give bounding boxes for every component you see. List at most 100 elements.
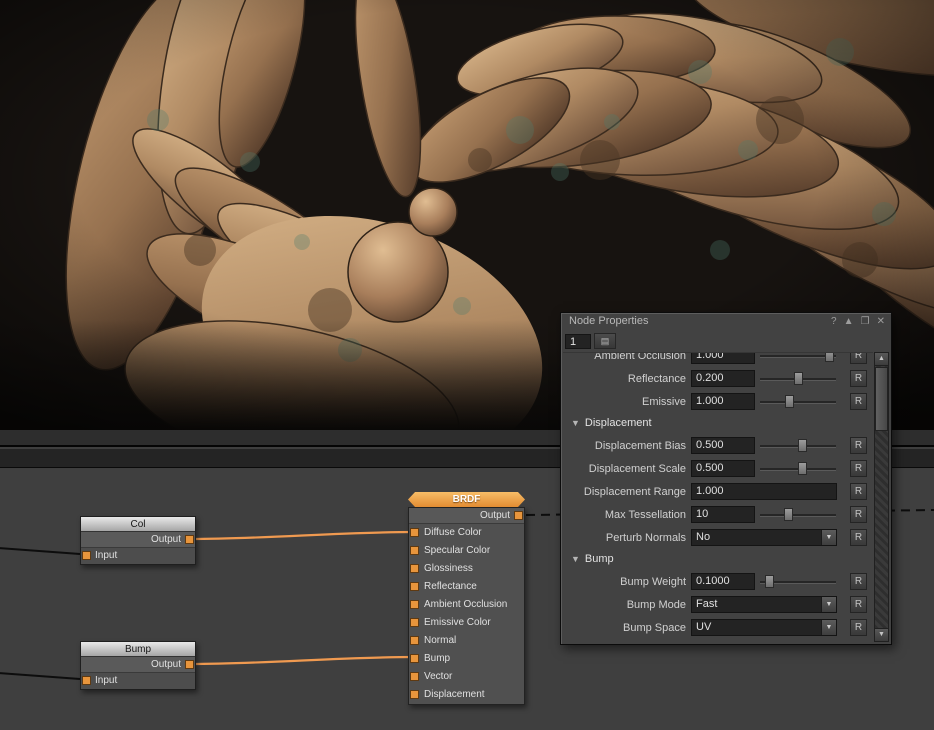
slider-handle[interactable] xyxy=(798,462,807,475)
reset-button[interactable]: R xyxy=(850,460,867,477)
node-brdf-output-row: Output xyxy=(409,508,524,524)
panel-titlebar[interactable]: Node Properties ? ▲ ❐ ✕ xyxy=(561,313,891,330)
property-row-displacement-bias: Displacement Bias 0.500 R xyxy=(563,434,873,457)
dropdown-value: UV xyxy=(696,621,711,633)
reset-button[interactable]: R xyxy=(850,529,867,546)
property-value-field[interactable]: 1.000 xyxy=(691,352,755,364)
node-col-output-row: Output xyxy=(81,532,195,548)
input-connector[interactable] xyxy=(410,564,419,573)
input-connector[interactable] xyxy=(410,690,419,699)
input-connector[interactable] xyxy=(82,551,91,560)
property-value-field[interactable]: 0.200 xyxy=(691,370,755,387)
brdf-input-bump: Bump xyxy=(409,650,524,668)
output-label: Output xyxy=(151,659,181,670)
property-value-field[interactable]: 10 xyxy=(691,506,755,523)
reset-button[interactable]: R xyxy=(850,573,867,590)
brdf-input-displacement: Displacement xyxy=(409,686,524,704)
help-icon[interactable]: ? xyxy=(831,316,837,327)
property-row-bump-weight: Bump Weight 0.1000 R xyxy=(563,570,873,593)
property-label: Reflectance xyxy=(563,373,691,385)
property-value-field[interactable]: 0.500 xyxy=(691,460,755,477)
reset-button[interactable]: R xyxy=(850,596,867,613)
scroll-down-icon[interactable]: ▼ xyxy=(875,628,888,641)
output-connector[interactable] xyxy=(185,535,194,544)
input-connector[interactable] xyxy=(410,582,419,591)
property-slider[interactable] xyxy=(760,506,836,523)
node-bump-header[interactable]: Bump xyxy=(81,642,195,657)
section-header-bump[interactable]: ▼Bump xyxy=(563,549,873,570)
bump-space-dropdown[interactable]: UV ▼ xyxy=(691,619,837,636)
panel-scrollbar[interactable]: ▲ ▼ xyxy=(874,352,889,642)
property-slider[interactable] xyxy=(760,573,836,590)
reset-button[interactable]: R xyxy=(850,393,867,410)
input-label: Diffuse Color xyxy=(424,527,482,538)
collapse-arrow-icon: ▼ xyxy=(571,554,580,564)
property-label: Perturb Normals xyxy=(563,532,691,544)
input-label: Normal xyxy=(424,635,456,646)
input-connector[interactable] xyxy=(410,618,419,627)
chevron-down-icon[interactable]: ▼ xyxy=(821,620,836,635)
property-value-field[interactable]: 0.1000 xyxy=(691,573,755,590)
reset-button[interactable]: R xyxy=(850,352,867,364)
property-label: Bump Mode xyxy=(563,599,691,611)
slider-handle[interactable] xyxy=(798,439,807,452)
node-col[interactable]: Col Output Input xyxy=(80,516,196,565)
property-row-ambient-occlusion: Ambient Occlusion 1.000 R xyxy=(563,352,873,367)
node-col-header[interactable]: Col xyxy=(81,517,195,532)
index-field[interactable]: 1 xyxy=(565,334,591,349)
property-label: Displacement Scale xyxy=(563,463,691,475)
node-bump-output-row: Output xyxy=(81,657,195,673)
property-slider[interactable] xyxy=(760,437,836,454)
reset-button[interactable]: R xyxy=(850,619,867,636)
property-label: Bump Weight xyxy=(563,576,691,588)
property-slider[interactable] xyxy=(760,460,836,477)
input-connector[interactable] xyxy=(410,636,419,645)
input-connector[interactable] xyxy=(410,654,419,663)
reset-button[interactable]: R xyxy=(850,506,867,523)
close-icon[interactable]: ✕ xyxy=(877,316,885,327)
reset-button[interactable]: R xyxy=(850,437,867,454)
node-bump[interactable]: Bump Output Input xyxy=(80,641,196,690)
brdf-input-normal: Normal xyxy=(409,632,524,650)
slider-handle[interactable] xyxy=(765,575,774,588)
node-bump-input-row: Input xyxy=(81,673,195,689)
slider-handle[interactable] xyxy=(794,372,803,385)
reset-button[interactable]: R xyxy=(850,370,867,387)
node-brdf-header[interactable]: BRDF xyxy=(408,492,525,507)
chevron-down-icon[interactable]: ▼ xyxy=(821,597,836,612)
scrollbar-thumb[interactable] xyxy=(875,367,888,431)
property-row-displacement-scale: Displacement Scale 0.500 R xyxy=(563,457,873,480)
property-slider[interactable] xyxy=(760,352,836,364)
input-connector[interactable] xyxy=(410,600,419,609)
list-button[interactable]: ▤ xyxy=(594,333,616,349)
property-value-field[interactable]: 1.000 xyxy=(691,483,837,500)
input-connector[interactable] xyxy=(410,672,419,681)
input-label: Emissive Color xyxy=(424,617,491,628)
input-connector[interactable] xyxy=(410,528,419,537)
node-brdf[interactable]: BRDF Output Diffuse Color Specular Color… xyxy=(408,492,525,705)
property-slider[interactable] xyxy=(760,393,836,410)
output-connector[interactable] xyxy=(185,660,194,669)
perturb-normals-dropdown[interactable]: No ▼ xyxy=(691,529,837,546)
reset-button[interactable]: R xyxy=(850,483,867,500)
property-value-field[interactable]: 1.000 xyxy=(691,393,755,410)
input-label: Displacement xyxy=(424,689,485,700)
restore-window-icon[interactable]: ❐ xyxy=(861,316,870,327)
property-slider[interactable] xyxy=(760,370,836,387)
chevron-down-icon[interactable]: ▼ xyxy=(821,530,836,545)
input-connector[interactable] xyxy=(82,676,91,685)
section-header-displacement[interactable]: ▼Displacement xyxy=(563,413,873,434)
slider-handle[interactable] xyxy=(784,508,793,521)
property-label: Bump Space xyxy=(563,622,691,634)
property-row-perturb-normals: Perturb Normals No ▼ R xyxy=(563,526,873,549)
property-value-field[interactable]: 0.500 xyxy=(691,437,755,454)
slider-handle[interactable] xyxy=(785,395,794,408)
slider-handle[interactable] xyxy=(825,352,834,362)
output-connector[interactable] xyxy=(514,511,523,520)
input-connector[interactable] xyxy=(410,546,419,555)
collapse-panel-icon[interactable]: ▲ xyxy=(844,316,854,327)
input-label: Bump xyxy=(424,653,450,664)
property-label: Displacement Range xyxy=(563,486,691,498)
bump-mode-dropdown[interactable]: Fast ▼ xyxy=(691,596,837,613)
scroll-up-icon[interactable]: ▲ xyxy=(875,353,888,366)
